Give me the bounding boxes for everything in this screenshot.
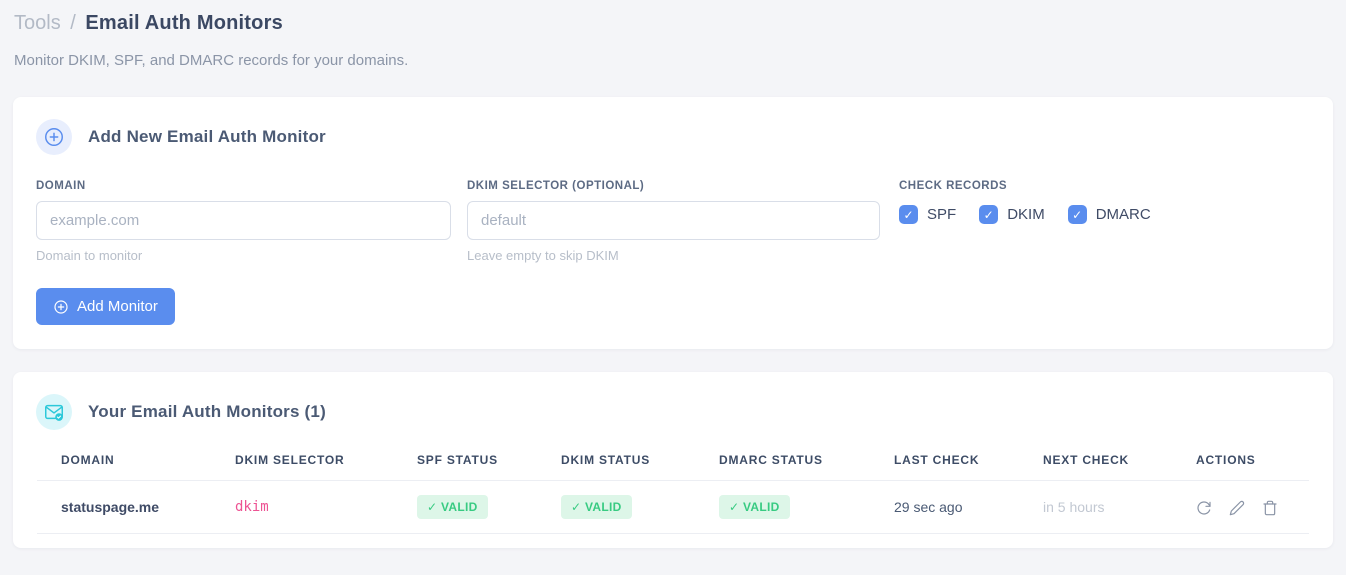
- monitors-list-card: Your Email Auth Monitors (1) DOMAIN DKIM…: [13, 372, 1333, 548]
- column-header-actions: ACTIONS: [1196, 447, 1309, 481]
- monitor-domain: statuspage.me: [37, 480, 235, 534]
- table-row: statuspage.me dkim ✓ VALID ✓ VALID ✓ VAL…: [37, 480, 1309, 534]
- domain-input[interactable]: [36, 201, 451, 240]
- dkim-selector-field-label: DKIM SELECTOR (OPTIONAL): [467, 180, 645, 192]
- monitor-dkim-selector: dkim: [235, 480, 417, 534]
- checkbox-spf[interactable]: ✓ SPF: [899, 205, 956, 224]
- add-monitor-card-title: Add New Email Auth Monitor: [88, 127, 326, 146]
- page-subtitle: Monitor DKIM, SPF, and DMARC records for…: [14, 52, 409, 69]
- mail-check-icon: [36, 394, 72, 430]
- add-monitor-button-label: Add Monitor: [77, 298, 158, 315]
- monitors-card-title: Your Email Auth Monitors (1): [88, 402, 326, 421]
- checkbox-checked-icon[interactable]: ✓: [979, 205, 999, 224]
- checkbox-dkim[interactable]: ✓ DKIM: [979, 205, 1045, 224]
- dkim-selector-field-hint: Leave empty to skip DKIM: [467, 248, 619, 263]
- column-header-next-check: NEXT CHECK: [1043, 447, 1196, 481]
- dkim-status-cell: ✓ VALID: [561, 480, 719, 534]
- add-monitor-card-header: Add New Email Auth Monitor: [36, 119, 1310, 155]
- edit-button[interactable]: [1229, 500, 1245, 516]
- column-header-last-check: LAST CHECK: [894, 447, 1043, 481]
- status-badge: ✓ VALID: [561, 495, 632, 519]
- breadcrumb: Tools / Email Auth Monitors: [13, 12, 1333, 35]
- status-badge: ✓ VALID: [719, 495, 790, 519]
- refresh-button[interactable]: [1196, 500, 1212, 516]
- dmarc-status-cell: ✓ VALID: [719, 480, 894, 534]
- plus-circle-icon: [36, 119, 72, 155]
- check-icon: ✓: [427, 500, 438, 514]
- status-badge: ✓ VALID: [417, 495, 488, 519]
- trash-icon: [1263, 500, 1277, 515]
- table-header-row: DOMAIN DKIM SELECTOR SPF STATUS DKIM STA…: [37, 447, 1309, 481]
- monitors-card-header: Your Email Auth Monitors (1): [13, 394, 1333, 430]
- monitors-table: DOMAIN DKIM SELECTOR SPF STATUS DKIM STA…: [37, 447, 1309, 534]
- page-title: Email Auth Monitors: [85, 12, 283, 34]
- checkbox-dkim-label: DKIM: [1007, 206, 1045, 223]
- checkbox-dmarc[interactable]: ✓ DMARC: [1067, 205, 1151, 224]
- check-icon: ✓: [729, 500, 740, 514]
- add-monitor-card: Add New Email Auth Monitor DOMAIN Domain…: [13, 97, 1333, 349]
- checkbox-checked-icon[interactable]: ✓: [1067, 205, 1087, 224]
- domain-field-label: DOMAIN: [36, 180, 86, 192]
- refresh-icon: [1197, 501, 1211, 515]
- checkbox-checked-icon[interactable]: ✓: [899, 205, 918, 224]
- pencil-icon: [1229, 500, 1245, 515]
- check-records-options: ✓ SPF ✓ DKIM ✓ DMARC: [899, 205, 1174, 224]
- monitor-actions: [1196, 480, 1309, 534]
- column-header-dkim-selector: DKIM SELECTOR: [235, 447, 417, 481]
- delete-button[interactable]: [1262, 500, 1278, 516]
- spf-status-cell: ✓ VALID: [417, 480, 561, 534]
- breadcrumb-separator: /: [70, 12, 76, 34]
- domain-field-hint: Domain to monitor: [36, 248, 143, 263]
- breadcrumb-tools-link[interactable]: Tools: [14, 12, 61, 34]
- monitor-last-check: 29 sec ago: [894, 480, 1043, 534]
- plus-circle-icon: [53, 299, 69, 315]
- checkbox-spf-label: SPF: [927, 206, 957, 223]
- domain-field-group: DOMAIN Domain to monitor: [36, 180, 451, 263]
- dkim-selector-input[interactable]: [467, 201, 880, 240]
- check-icon: ✓: [571, 500, 582, 514]
- check-records-label: CHECK RECORDS: [899, 180, 1008, 192]
- dkim-selector-field-group: DKIM SELECTOR (OPTIONAL) Leave empty to …: [467, 180, 880, 263]
- column-header-dkim-status: DKIM STATUS: [561, 447, 719, 481]
- check-records-group: CHECK RECORDS ✓ SPF ✓ DKIM ✓ DMARC: [899, 180, 1174, 224]
- add-monitor-button[interactable]: Add Monitor: [36, 288, 175, 325]
- column-header-domain: DOMAIN: [37, 447, 235, 481]
- monitor-next-check: in 5 hours: [1043, 480, 1196, 534]
- column-header-dmarc-status: DMARC STATUS: [719, 447, 894, 481]
- column-header-spf-status: SPF STATUS: [417, 447, 561, 481]
- email-auth-monitors-page: Tools / Email Auth Monitors Monitor DKIM…: [0, 0, 1346, 548]
- add-monitor-form: DOMAIN Domain to monitor DKIM SELECTOR (…: [36, 180, 1310, 263]
- checkbox-dmarc-label: DMARC: [1095, 206, 1151, 223]
